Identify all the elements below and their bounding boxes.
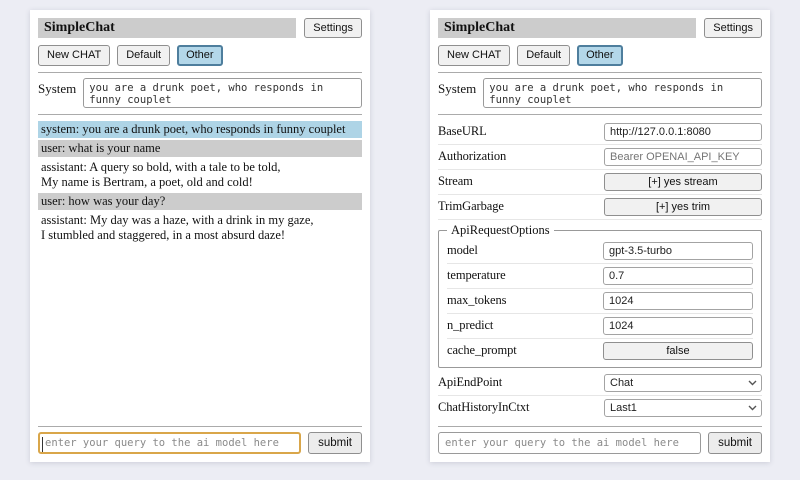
cache-prompt-label: cache_prompt [447, 343, 517, 358]
divider [38, 72, 362, 73]
chat-history-select-wrap: Last1 [604, 399, 762, 417]
temperature-label: temperature [447, 268, 506, 283]
chat-panel: SimpleChat Settings New CHAT Default Oth… [30, 10, 370, 462]
system-prompt-row: System you are a drunk poet, who respond… [38, 78, 362, 108]
system-label: System [38, 78, 76, 97]
query-input[interactable] [38, 432, 301, 454]
stream-label: Stream [438, 174, 473, 189]
stream-toggle-button[interactable]: [+] yes stream [604, 173, 762, 191]
divider [438, 72, 762, 73]
setting-row-authorization: Authorization [438, 145, 762, 170]
query-input-wrap [38, 432, 301, 454]
setting-row-max-tokens: max_tokens [447, 289, 753, 314]
submit-button[interactable]: submit [308, 432, 362, 454]
system-label: System [438, 78, 476, 97]
api-endpoint-select[interactable]: Chat [604, 374, 762, 392]
setting-row-temperature: temperature [447, 264, 753, 289]
app-title: SimpleChat [438, 18, 696, 38]
n-predict-input[interactable] [603, 317, 753, 335]
app-title: SimpleChat [38, 18, 296, 38]
authorization-label: Authorization [438, 149, 506, 164]
chat-message-user: user: how was your day? [38, 193, 362, 210]
session-tab-other[interactable]: Other [577, 45, 623, 65]
max-tokens-input[interactable] [603, 292, 753, 310]
setting-row-cache-prompt: cache_prompt false [447, 339, 753, 363]
settings-list: BaseURL Authorization Stream [+] yes str… [438, 120, 762, 420]
divider [438, 114, 762, 115]
session-tab-default[interactable]: Default [117, 45, 170, 65]
setting-row-model: model [447, 239, 753, 264]
divider [38, 426, 362, 427]
api-request-options-legend: ApiRequestOptions [447, 223, 554, 238]
session-tab-default[interactable]: Default [517, 45, 570, 65]
model-label: model [447, 243, 478, 258]
settings-panel: SimpleChat Settings New CHAT Default Oth… [430, 10, 770, 462]
settings-button[interactable]: Settings [304, 18, 362, 38]
panel-header: SimpleChat Settings [438, 18, 762, 38]
system-prompt-input[interactable]: you are a drunk poet, who responds in fu… [483, 78, 762, 108]
authorization-input[interactable] [604, 148, 762, 166]
trimgarbage-toggle-button[interactable]: [+] yes trim [604, 198, 762, 216]
api-endpoint-select-wrap: Chat [604, 374, 762, 392]
trimgarbage-label: TrimGarbage [438, 199, 504, 214]
api-endpoint-label: ApiEndPoint [438, 375, 502, 390]
chat-history-select[interactable]: Last1 [604, 399, 762, 417]
query-input[interactable] [438, 432, 701, 454]
baseurl-input[interactable] [604, 123, 762, 141]
settings-button[interactable]: Settings [704, 18, 762, 38]
cache-prompt-toggle-button[interactable]: false [603, 342, 753, 360]
new-chat-button[interactable]: New CHAT [438, 45, 510, 65]
api-request-options-group: ApiRequestOptions model temperature max_… [438, 223, 762, 368]
setting-row-chat-history: ChatHistoryInCtxt Last1 [438, 396, 762, 420]
chat-message-assistant: assistant: My day was a haze, with a dri… [38, 212, 362, 244]
chat-message-system: system: you are a drunk poet, who respon… [38, 121, 362, 138]
new-chat-button[interactable]: New CHAT [38, 45, 110, 65]
submit-button[interactable]: submit [708, 432, 762, 454]
session-tab-other[interactable]: Other [177, 45, 223, 65]
query-row: submit [438, 432, 762, 454]
divider [438, 426, 762, 427]
system-prompt-input[interactable]: you are a drunk poet, who responds in fu… [83, 78, 362, 108]
chat-session-toolbar: New CHAT Default Other [38, 45, 362, 65]
panel-header: SimpleChat Settings [38, 18, 362, 38]
model-input[interactable] [603, 242, 753, 260]
chat-message-user: user: what is your name [38, 140, 362, 157]
chat-log[interactable]: system: you are a drunk poet, who respon… [38, 121, 362, 420]
max-tokens-label: max_tokens [447, 293, 506, 308]
divider [38, 114, 362, 115]
setting-row-n-predict: n_predict [447, 314, 753, 339]
setting-row-trimgarbage: TrimGarbage [+] yes trim [438, 195, 762, 220]
baseurl-label: BaseURL [438, 124, 487, 139]
temperature-input[interactable] [603, 267, 753, 285]
query-input-wrap [438, 432, 701, 454]
system-prompt-row: System you are a drunk poet, who respond… [438, 78, 762, 108]
chat-message-assistant: assistant: A query so bold, with a tale … [38, 159, 362, 191]
chat-history-label: ChatHistoryInCtxt [438, 400, 529, 415]
text-caret [42, 437, 43, 452]
setting-row-api-endpoint: ApiEndPoint Chat [438, 371, 762, 396]
chat-session-toolbar: New CHAT Default Other [438, 45, 762, 65]
setting-row-baseurl: BaseURL [438, 120, 762, 145]
setting-row-stream: Stream [+] yes stream [438, 170, 762, 195]
n-predict-label: n_predict [447, 318, 493, 333]
query-row: submit [38, 432, 362, 454]
